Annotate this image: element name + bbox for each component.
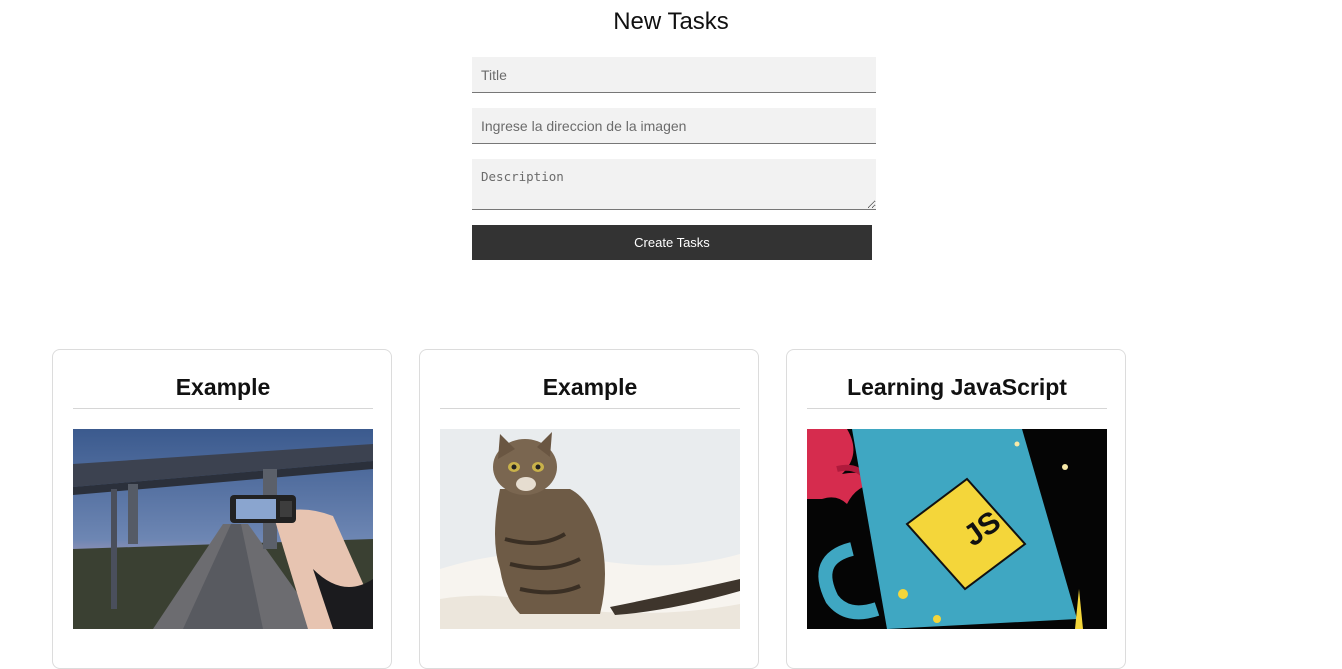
task-card-title: Example: [175, 374, 271, 400]
task-card-title: Learning JavaScript: [847, 374, 1067, 400]
task-card-image: [73, 429, 373, 629]
task-card-image: [440, 429, 740, 629]
task-card-title: Example: [542, 374, 638, 400]
task-card: Learning JavaScript JS: [786, 349, 1126, 669]
card-divider: [440, 408, 740, 409]
form-heading: New Tasks: [613, 8, 729, 35]
description-textarea[interactable]: [472, 159, 876, 210]
task-card: Example: [419, 349, 759, 669]
task-card-image: JS: [807, 429, 1107, 629]
card-divider: [73, 408, 373, 409]
card-divider: [807, 408, 1107, 409]
title-input[interactable]: [472, 57, 876, 93]
image-url-input[interactable]: [472, 108, 876, 144]
task-card: Example: [52, 349, 392, 669]
create-tasks-button[interactable]: Create Tasks: [472, 225, 872, 260]
